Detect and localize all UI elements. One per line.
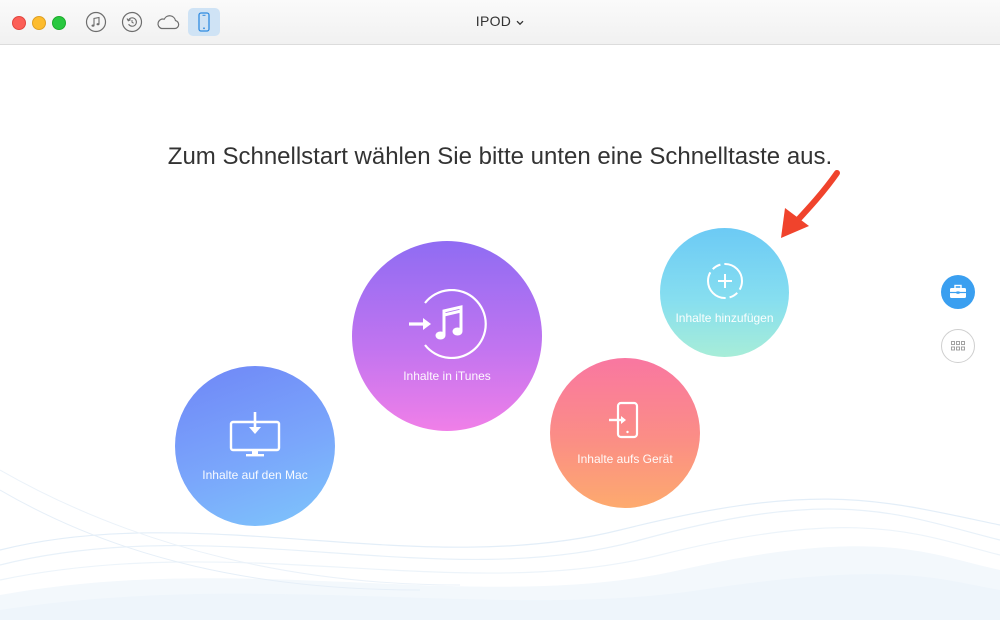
app-window: IPOD Zum Schnellstart wählen Sie bitte u…: [0, 0, 1000, 620]
all-tools-button[interactable]: [941, 329, 975, 363]
itunes-transfer-icon: [409, 289, 487, 359]
window-title: IPOD: [475, 13, 512, 29]
chevron-down-icon: [516, 13, 524, 29]
content-to-mac-button[interactable]: Inhalte auf den Mac: [175, 366, 335, 526]
content-to-mac-label: Inhalte auf den Mac: [202, 468, 308, 482]
content-to-itunes-button[interactable]: Inhalte in iTunes: [352, 241, 542, 431]
content-to-itunes-label: Inhalte in iTunes: [403, 369, 491, 383]
add-circle-icon: [706, 262, 743, 299]
wave-background: [0, 469, 1000, 620]
add-content-label: Inhalte hinzufügen: [675, 310, 774, 325]
monitor-download-icon: [229, 412, 281, 457]
content-to-device-button[interactable]: Inhalte aufs Gerät: [550, 358, 700, 508]
toolbox-button[interactable]: [941, 275, 975, 309]
add-content-button[interactable]: Inhalte hinzufügen: [660, 228, 789, 357]
toolbox-icon: [950, 284, 966, 298]
title-bar: IPOD: [0, 0, 1000, 45]
red-arrow-icon: [781, 170, 840, 238]
phone-import-icon: [609, 401, 639, 439]
quickstart-heading: Zum Schnellstart wählen Sie bitte unten …: [167, 143, 833, 171]
content-to-device-label: Inhalte aufs Gerät: [577, 452, 673, 466]
device-selector[interactable]: IPOD: [0, 13, 1000, 29]
grid-icon: [951, 341, 965, 351]
